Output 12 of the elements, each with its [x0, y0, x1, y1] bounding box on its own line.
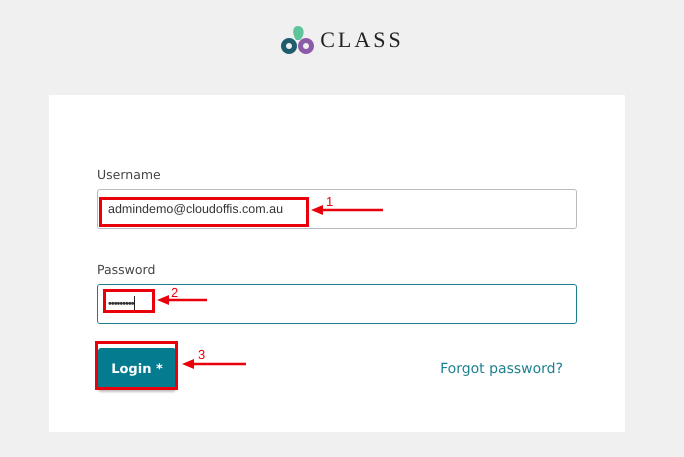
forgot-password-link[interactable]: Forgot password? — [440, 361, 563, 377]
step-number: 3 — [198, 348, 206, 361]
arrow-icon — [311, 204, 383, 216]
field-label: Password — [97, 262, 156, 277]
logo-icon — [280, 24, 316, 56]
arrow-icon — [182, 358, 246, 370]
highlight-box — [103, 289, 155, 313]
login-button[interactable]: Login * — [98, 348, 176, 390]
step-number: 1 — [326, 195, 334, 208]
field-label: Username — [97, 167, 162, 182]
step-number: 2 — [171, 286, 178, 299]
logo-text: CLASS — [320, 27, 404, 53]
